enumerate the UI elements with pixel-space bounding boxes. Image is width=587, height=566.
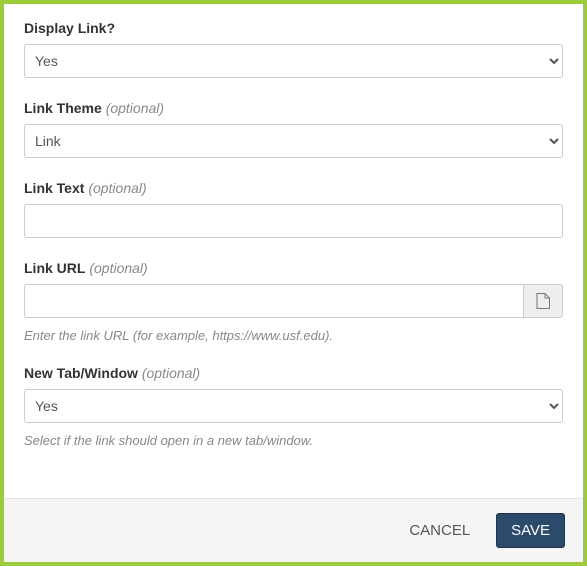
- field-link-text: Link Text (optional): [24, 180, 563, 238]
- link-url-help: Enter the link URL (for example, https:/…: [24, 328, 563, 343]
- field-link-url: Link URL (optional) Enter the link URL (…: [24, 260, 563, 343]
- link-text-input[interactable]: [24, 204, 563, 238]
- new-tab-optional: (optional): [142, 365, 200, 381]
- field-link-theme: Link Theme (optional) Link: [24, 100, 563, 158]
- form-body: Display Link? Yes Link Theme (optional) …: [4, 4, 583, 498]
- save-button[interactable]: SAVE: [496, 513, 565, 548]
- new-tab-label: New Tab/Window (optional): [24, 365, 563, 381]
- display-link-select[interactable]: Yes: [24, 44, 563, 78]
- cancel-button[interactable]: CANCEL: [395, 514, 484, 547]
- link-url-group: [24, 284, 563, 318]
- file-icon: [536, 293, 550, 309]
- link-theme-label: Link Theme (optional): [24, 100, 563, 116]
- link-theme-label-text: Link Theme: [24, 100, 102, 116]
- link-url-optional: (optional): [89, 260, 147, 276]
- link-theme-select[interactable]: Link: [24, 124, 563, 158]
- link-theme-optional: (optional): [106, 100, 164, 116]
- new-tab-select[interactable]: Yes: [24, 389, 563, 423]
- link-text-label-text: Link Text: [24, 180, 84, 196]
- link-url-browse-button[interactable]: [523, 284, 563, 318]
- new-tab-label-text: New Tab/Window: [24, 365, 138, 381]
- link-url-input[interactable]: [24, 284, 523, 318]
- form-frame: Display Link? Yes Link Theme (optional) …: [0, 0, 587, 566]
- field-new-tab: New Tab/Window (optional) Yes Select if …: [24, 365, 563, 448]
- form-footer: CANCEL SAVE: [4, 498, 583, 562]
- new-tab-help: Select if the link should open in a new …: [24, 433, 563, 448]
- link-text-optional: (optional): [88, 180, 146, 196]
- link-url-label-text: Link URL: [24, 260, 85, 276]
- field-display-link: Display Link? Yes: [24, 20, 563, 78]
- display-link-label-text: Display Link?: [24, 20, 115, 36]
- display-link-label: Display Link?: [24, 20, 563, 36]
- link-url-label: Link URL (optional): [24, 260, 563, 276]
- link-text-label: Link Text (optional): [24, 180, 563, 196]
